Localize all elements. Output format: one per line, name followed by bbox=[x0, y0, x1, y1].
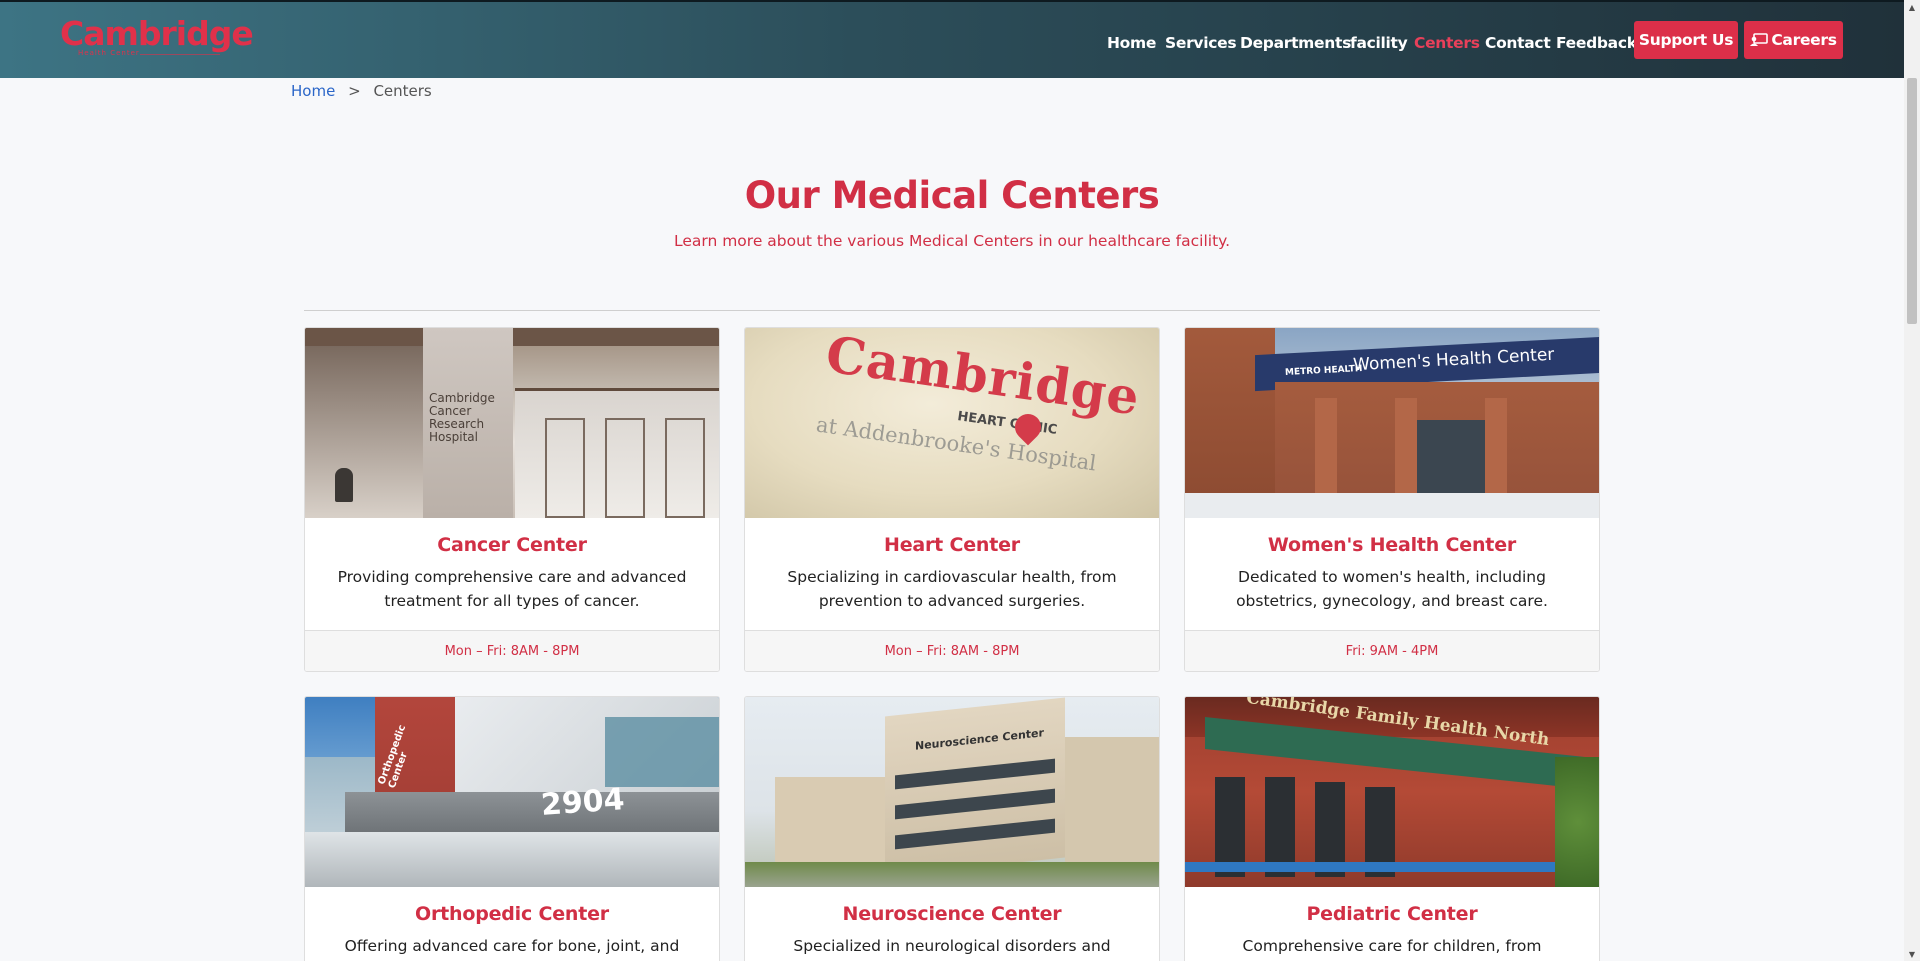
page-title: Our Medical Centers bbox=[744, 174, 1160, 217]
card-description: Comprehensive care for children, from ne… bbox=[1242, 937, 1542, 955]
card-hours: Mon – Fri: 8AM - 8PM bbox=[745, 630, 1159, 671]
card-description: Specializing in cardiovascular health, f… bbox=[787, 568, 1117, 610]
card-title[interactable]: Cancer Center bbox=[305, 534, 719, 556]
scroll-down-arrow-icon[interactable]: ▼ bbox=[1904, 947, 1920, 961]
nav-contact[interactable]: Contact bbox=[1485, 34, 1551, 52]
card-title[interactable]: Orthopedic Center bbox=[305, 903, 719, 925]
center-card-neuroscience[interactable]: Neuroscience Center Neuroscience Center … bbox=[744, 696, 1160, 961]
ortho-sign-number: 2904 bbox=[539, 782, 626, 823]
site-header: Cambridge Health Center Home Services De… bbox=[0, 0, 1904, 78]
nav-feedback[interactable]: Feedback bbox=[1556, 34, 1637, 52]
nav-services[interactable]: Services bbox=[1165, 34, 1237, 52]
card-title[interactable]: Neuroscience Center bbox=[745, 903, 1159, 925]
neuroscience-center-image: Neuroscience Center bbox=[745, 697, 1159, 887]
nav-departments[interactable]: Departments bbox=[1240, 34, 1351, 52]
scroll-thumb[interactable] bbox=[1907, 78, 1917, 324]
nav-facility[interactable]: facility bbox=[1350, 34, 1408, 52]
breadcrumb-current: Centers bbox=[373, 82, 432, 100]
scroll-up-arrow-icon[interactable]: ▲ bbox=[1904, 0, 1920, 14]
card-title[interactable]: Pediatric Center bbox=[1185, 903, 1599, 925]
section-divider bbox=[304, 310, 1600, 311]
center-card-heart[interactable]: Cambridge HEART CLINIC at Addenbrooke's … bbox=[744, 327, 1160, 672]
womens-health-center-image: METRO HEALTH Women's Health Center bbox=[1185, 328, 1599, 518]
breadcrumb-separator: > bbox=[348, 82, 361, 100]
card-description: Providing comprehensive care and advance… bbox=[337, 568, 687, 610]
card-hours: Fri: 9AM - 4PM bbox=[1185, 630, 1599, 671]
card-description: Specialized in neurological disorders an… bbox=[793, 937, 1111, 955]
careers-label: Careers bbox=[1771, 31, 1837, 49]
pediatric-center-image: Cambridge Family Health North bbox=[1185, 697, 1599, 887]
heart-center-image: Cambridge HEART CLINIC at Addenbrooke's … bbox=[745, 328, 1159, 518]
center-card-orthopedic[interactable]: 2904 Orthopedic Center Orthopedic Center… bbox=[304, 696, 720, 961]
card-hours: Mon – Fri: 8AM - 8PM bbox=[305, 630, 719, 671]
breadcrumb-home-link[interactable]: Home bbox=[291, 82, 335, 100]
nav-home[interactable]: Home bbox=[1107, 34, 1156, 52]
card-description: Dedicated to women's health, including o… bbox=[1236, 568, 1548, 610]
page-subtitle: Learn more about the various Medical Cen… bbox=[673, 232, 1231, 250]
nav-centers[interactable]: Centers bbox=[1414, 34, 1480, 52]
center-card-pediatric[interactable]: Cambridge Family Health North Pediatric … bbox=[1184, 696, 1600, 961]
card-title[interactable]: Women's Health Center bbox=[1185, 534, 1599, 556]
main-nav: Home Services Departments facility Cente… bbox=[0, 2, 1904, 80]
breadcrumb: Home > Centers bbox=[291, 82, 432, 100]
orthopedic-center-image: 2904 Orthopedic Center bbox=[305, 697, 719, 887]
support-us-label: Support Us bbox=[1638, 31, 1734, 49]
careers-button[interactable]: Careers bbox=[1744, 21, 1843, 59]
center-card-cancer[interactable]: Cambridge Cancer Research Hospital Cance… bbox=[304, 327, 720, 672]
page-scrollbar[interactable]: ▲ ▼ bbox=[1904, 0, 1920, 961]
center-card-womens-health[interactable]: METRO HEALTH Women's Health Center Women… bbox=[1184, 327, 1600, 672]
support-us-button[interactable]: Support Us bbox=[1634, 21, 1738, 59]
cancer-sign-text: Cambridge Cancer Research Hospital bbox=[429, 391, 495, 444]
laptop-user-icon bbox=[1750, 33, 1769, 46]
card-description: Offering advanced care for bone, joint, … bbox=[344, 937, 680, 955]
card-title[interactable]: Heart Center bbox=[745, 534, 1159, 556]
cancer-center-image: Cambridge Cancer Research Hospital bbox=[305, 328, 719, 518]
